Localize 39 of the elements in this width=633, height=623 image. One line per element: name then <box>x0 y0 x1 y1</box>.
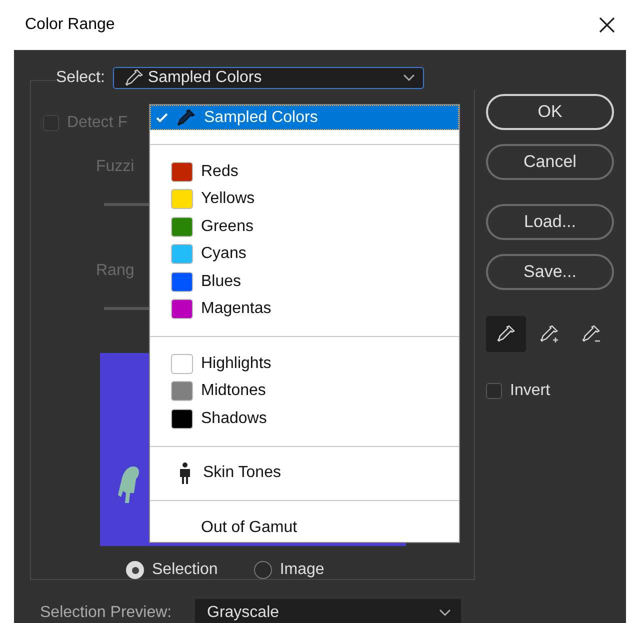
select-label: Select: <box>56 68 105 88</box>
slider-label: Fuzzi <box>96 157 134 177</box>
dialog-button[interactable]: OK <box>486 94 614 130</box>
slider-label: Rang <box>96 261 134 281</box>
eyedropper-minus-icon <box>581 324 601 344</box>
eyedropper-icon <box>124 68 144 88</box>
person-icon <box>177 462 193 484</box>
menu-item[interactable]: Magentas <box>150 296 459 323</box>
menu-item[interactable]: Shadows <box>150 405 459 432</box>
menu-item[interactable]: Highlights <box>150 350 459 378</box>
menu-item[interactable]: Blues <box>150 268 459 296</box>
checkbox-label: Detect F <box>67 113 128 133</box>
radio-option[interactable]: Image <box>254 558 324 582</box>
dialog-button[interactable]: Load... <box>486 204 614 240</box>
chevron-icon <box>402 74 415 82</box>
selection-preview-label: Selection Preview: <box>40 603 173 623</box>
menu-item[interactable]: Midtones <box>150 378 459 405</box>
checkbox[interactable] <box>486 383 502 399</box>
selection-preview-dropdown[interactable]: Grayscale <box>195 599 461 623</box>
checkbox-label: Invert <box>510 381 550 401</box>
eyedropper-button[interactable] <box>486 316 526 352</box>
menu-item[interactable]: Cyans <box>150 240 459 268</box>
menu-item[interactable]: Out of Gamut <box>150 514 459 542</box>
chevron-icon <box>439 609 451 617</box>
check-icon <box>156 112 168 124</box>
window-title: Color Range <box>25 15 115 35</box>
dialog-button[interactable]: Save... <box>486 254 614 290</box>
eyedropper-icon <box>176 108 196 128</box>
select-dropdown[interactable]: Sampled Colors <box>112 67 424 89</box>
dialog-button[interactable]: Cancel <box>486 144 614 180</box>
menu-item[interactable]: Yellows <box>150 186 459 213</box>
radio-option[interactable]: Selection <box>126 558 218 582</box>
close-icon[interactable] <box>599 17 615 33</box>
menu-item[interactable]: Sampled Colors <box>150 105 459 130</box>
menu-item[interactable]: Greens <box>150 213 459 240</box>
menu-item[interactable]: Reds <box>150 158 459 186</box>
menu-item[interactable]: Skin Tones <box>150 460 459 487</box>
eyedropper-icon <box>496 324 516 344</box>
eyedropper-plus-icon <box>538 324 558 344</box>
